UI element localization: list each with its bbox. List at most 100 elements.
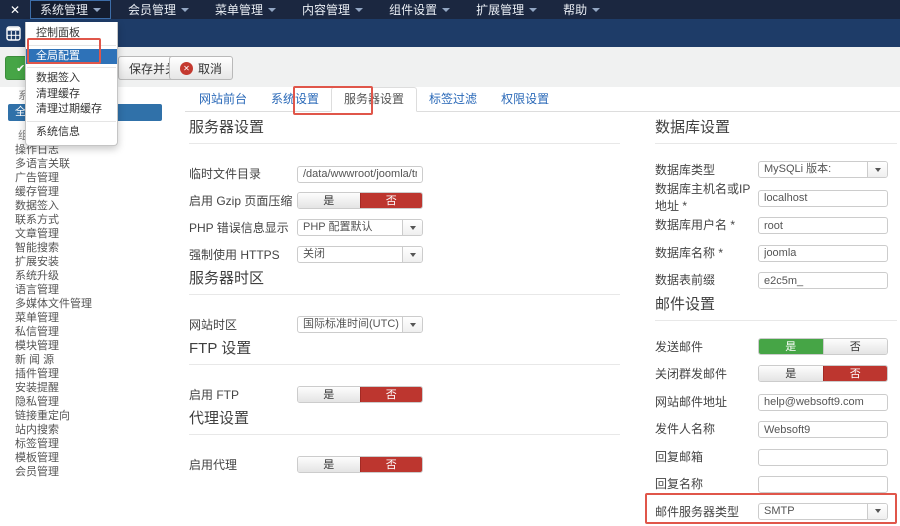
joomla-logo-icon[interactable]: ✕ <box>0 0 30 19</box>
text-input[interactable] <box>758 421 888 438</box>
sidebar-item[interactable]: 缓存管理 <box>0 185 185 199</box>
select-input[interactable]: 国际标准时间(UTC) <box>297 316 423 333</box>
topnav-item[interactable]: 会员管理 <box>119 0 198 19</box>
toggle-option[interactable]: 是 <box>759 339 823 354</box>
sidebar-item[interactable]: 数据签入 <box>0 199 185 213</box>
toggle-option[interactable]: 否 <box>360 193 423 208</box>
tab-item[interactable]: 网站前台 <box>187 88 259 111</box>
select-input[interactable]: MySQLi 版本: <box>758 161 888 178</box>
text-input[interactable] <box>758 272 888 289</box>
dropdown-item[interactable]: 数据签入 <box>26 71 117 87</box>
sidebar-item[interactable]: 文章管理 <box>0 227 185 241</box>
chevron-down-icon <box>442 8 450 12</box>
section-fields: 临时文件目录启用 Gzip 页面压缩是否PHP 错误信息显示PHP 配置默认强制… <box>189 144 620 268</box>
dropdown-item[interactable]: 清理缓存 <box>26 87 117 103</box>
toggle-option[interactable]: 是 <box>759 366 823 381</box>
toggle-option[interactable]: 否 <box>823 366 888 381</box>
sidebar-item[interactable]: 站内搜索 <box>0 423 185 437</box>
toggle-option[interactable]: 是 <box>298 387 360 402</box>
select-caret-button[interactable] <box>867 162 887 177</box>
text-input[interactable] <box>758 190 888 207</box>
select-caret-button[interactable] <box>867 504 887 519</box>
select-caret-button[interactable] <box>402 247 422 262</box>
section-title: FTP 设置 <box>189 341 620 365</box>
form-row: 发送邮件是否 <box>655 333 897 361</box>
field-control: PHP 配置默认 <box>297 219 423 236</box>
tab-item[interactable]: 系统设置 <box>259 88 331 111</box>
toggle-option[interactable]: 是 <box>298 457 360 472</box>
field-control: 是否 <box>758 365 888 382</box>
select-input[interactable]: SMTP <box>758 503 888 520</box>
sidebar-item[interactable]: 系统升级 <box>0 269 185 283</box>
text-input[interactable] <box>758 449 888 466</box>
text-input[interactable] <box>297 166 423 183</box>
sidebar-item[interactable]: 链接重定向 <box>0 409 185 423</box>
topnav-item[interactable]: 内容管理 <box>293 0 372 19</box>
toggle-option[interactable]: 是 <box>298 193 360 208</box>
text-input[interactable] <box>758 245 888 262</box>
topnav-item[interactable]: 扩展管理 <box>467 0 546 19</box>
tab-item[interactable]: 标签过滤 <box>417 88 489 111</box>
dropdown-item[interactable]: 控制面板 <box>26 26 117 42</box>
select-caret-button[interactable] <box>402 220 422 235</box>
cancel-button-label: 取消 <box>198 60 222 77</box>
topnav-item[interactable]: 帮助 <box>554 0 609 19</box>
sidebar-item[interactable]: 模板管理 <box>0 451 185 465</box>
sidebar-item[interactable]: 插件管理 <box>0 367 185 381</box>
sidebar-item[interactable]: 模块管理 <box>0 339 185 353</box>
sidebar-item[interactable]: 扩展安装 <box>0 255 185 269</box>
topnav-item-label: 组件设置 <box>389 1 437 18</box>
field-label: 发件人名称 <box>655 420 758 437</box>
select-input[interactable]: 关闭 <box>297 246 423 263</box>
sidebar-item[interactable]: 新 闻 源 <box>0 353 185 367</box>
sidebar-item[interactable]: 隐私管理 <box>0 395 185 409</box>
sidebar-item[interactable]: 多媒体文件管理 <box>0 297 185 311</box>
text-input[interactable] <box>758 394 888 411</box>
global-config-grid-icon <box>6 26 21 41</box>
sidebar-item[interactable]: 语言管理 <box>0 283 185 297</box>
select-caret-button[interactable] <box>402 317 422 332</box>
toggle-option[interactable]: 否 <box>360 387 423 402</box>
field-control <box>297 164 423 183</box>
sidebar-item[interactable]: 安装提醒 <box>0 381 185 395</box>
text-input[interactable] <box>758 217 888 234</box>
field-control <box>758 271 888 290</box>
tab-active[interactable]: 服务器设置 <box>331 87 417 112</box>
text-input[interactable] <box>758 476 888 493</box>
chevron-down-icon <box>268 8 276 12</box>
sidebar-item[interactable]: 多语言关联 <box>0 157 185 171</box>
form-section: 服务器时区网站时区国际标准时间(UTC) <box>189 271 620 338</box>
sidebar-item[interactable]: 会员管理 <box>0 465 185 479</box>
sidebar: 系统全局配置组件操作日志多语言关联广告管理缓存管理数据签入联系方式文章管理智能搜… <box>0 87 185 526</box>
topnav-item-label: 帮助 <box>563 1 587 18</box>
toggle-option[interactable]: 否 <box>360 457 423 472</box>
cancel-button[interactable]: ✕ 取消 <box>169 56 233 80</box>
field-label: 回复名称 <box>655 475 758 492</box>
sidebar-item[interactable]: 联系方式 <box>0 213 185 227</box>
sidebar-item[interactable]: 广告管理 <box>0 171 185 185</box>
toggle-option[interactable]: 否 <box>823 339 888 354</box>
field-label: 网站时区 <box>189 316 297 333</box>
select-value: MySQLi 版本: <box>759 162 867 177</box>
chevron-down-icon <box>355 8 363 12</box>
select-input[interactable]: PHP 配置默认 <box>297 219 423 236</box>
field-label: 数据库名称 * <box>655 244 758 261</box>
sidebar-item[interactable]: 标签管理 <box>0 437 185 451</box>
field-label: 发送邮件 <box>655 338 758 355</box>
section-title: 数据库设置 <box>655 120 897 144</box>
dropdown-item[interactable]: 系统信息 <box>26 125 117 141</box>
topnav-item[interactable]: 菜单管理 <box>206 0 285 19</box>
section-fields: 网站时区国际标准时间(UTC) <box>189 295 620 338</box>
field-control <box>758 447 888 466</box>
sidebar-item[interactable]: 私信管理 <box>0 325 185 339</box>
sidebar-item[interactable]: 智能搜索 <box>0 241 185 255</box>
topnav-item-label: 扩展管理 <box>476 1 524 18</box>
field-control <box>758 243 888 262</box>
topnav-item[interactable]: 系统管理 <box>30 0 111 19</box>
tab-item[interactable]: 权限设置 <box>489 88 561 111</box>
sidebar-item[interactable]: 菜单管理 <box>0 311 185 325</box>
topnav-item[interactable]: 组件设置 <box>380 0 459 19</box>
dropdown-item[interactable]: 清理过期缓存 <box>26 102 117 118</box>
dropdown-item[interactable]: 全局配置 <box>26 49 117 65</box>
form-row: 数据库主机名或IP地址 * <box>655 184 897 212</box>
